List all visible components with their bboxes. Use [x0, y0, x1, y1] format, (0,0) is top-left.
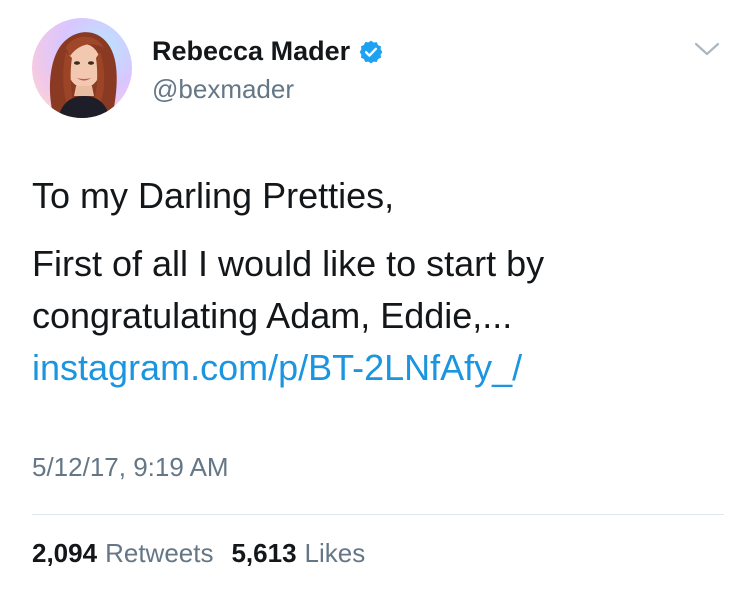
author-handle[interactable]: @bexmader — [152, 74, 294, 105]
avatar[interactable] — [32, 18, 132, 118]
retweets-stat[interactable]: 2,094 Retweets — [32, 538, 213, 569]
chevron-down-icon[interactable] — [692, 38, 722, 60]
retweets-label: Retweets — [105, 538, 214, 568]
likes-count: 5,613 — [231, 538, 297, 568]
tweet-text: To my Darling Pretties, First of all I w… — [32, 170, 722, 394]
verified-badge-icon — [358, 39, 384, 65]
likes-label: Likes — [304, 538, 366, 568]
tweet-link[interactable]: instagram.com/p/BT-2LNfAfy_/ — [32, 347, 522, 388]
display-name[interactable]: Rebecca Mader — [152, 36, 350, 67]
profile-photo — [50, 32, 117, 118]
likes-stat[interactable]: 5,613 Likes — [231, 538, 365, 569]
author-name[interactable]: Rebecca Mader — [152, 36, 384, 67]
tweet-greeting: To my Darling Pretties, — [32, 175, 395, 216]
retweets-count: 2,094 — [32, 538, 98, 568]
tweet-timestamp[interactable]: 5/12/17, 9:19 AM — [32, 452, 229, 483]
tweet-body: First of all I would like to start by co… — [32, 243, 545, 336]
tweet-stats: 2,094 Retweets 5,613 Likes — [32, 538, 383, 569]
divider — [32, 514, 724, 515]
